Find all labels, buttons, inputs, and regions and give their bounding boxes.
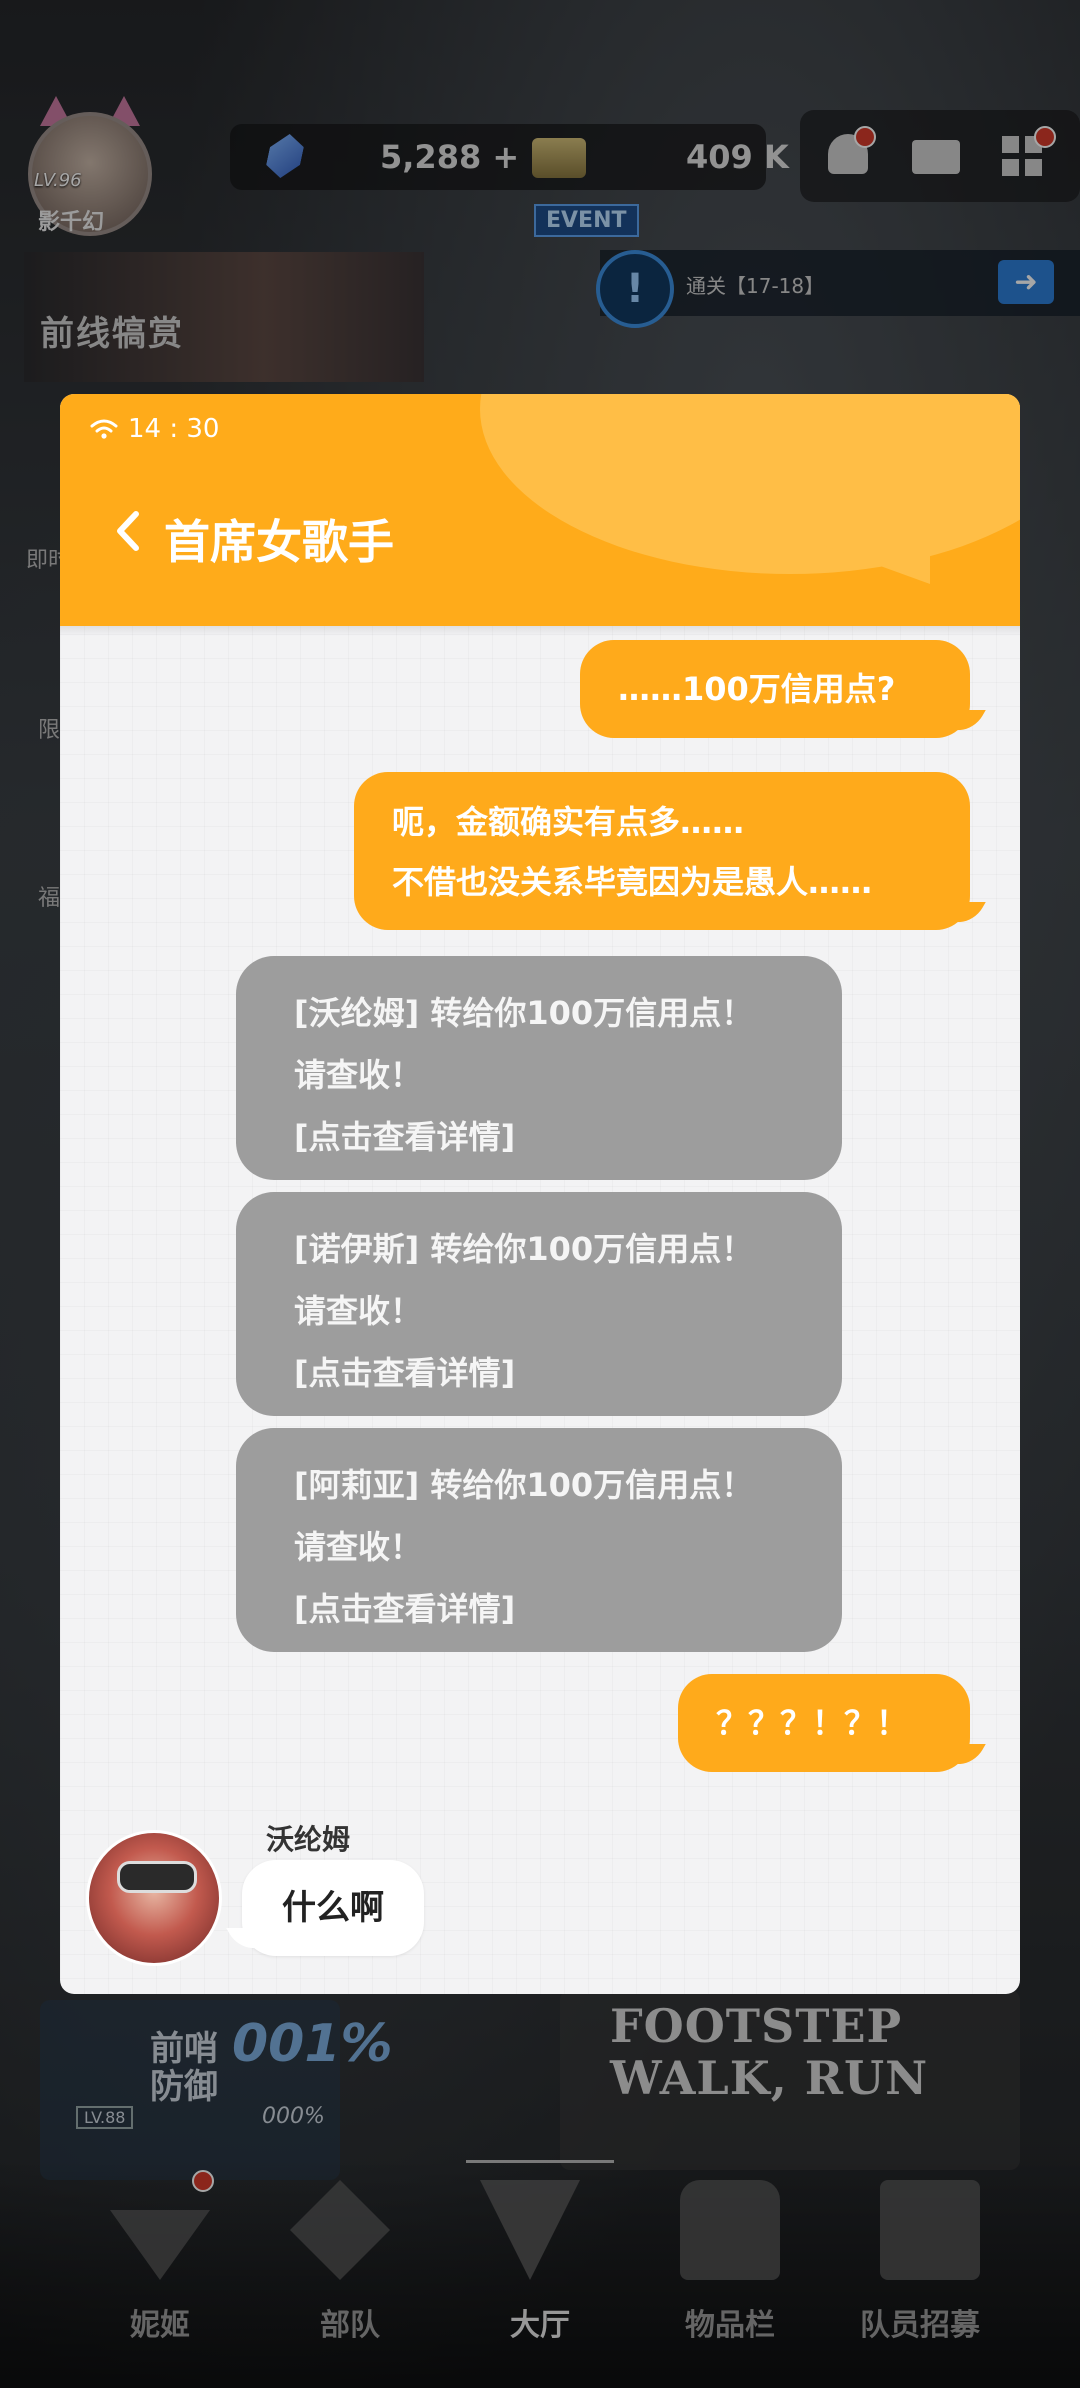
incoming-message: 什么啊 (242, 1860, 424, 1956)
header-decoration (820, 544, 930, 584)
back-button[interactable] (108, 506, 148, 556)
outgoing-message: ……100万信用点? (580, 640, 970, 738)
transfer-line: 请查收！ (294, 1528, 423, 1566)
chat-window: 14 : 30 首席女歌手 ……100万信用点? 呃，金额确实有点多…… 不借也… (60, 394, 1020, 1994)
status-time: 14 : 30 (128, 414, 220, 444)
npc-name: 沃纶姆 (266, 1823, 351, 1856)
view-details-link[interactable]: [点击查看详情] (294, 1578, 842, 1640)
message-line: ？？？！？！ (716, 1704, 909, 1742)
transfer-card[interactable]: [阿莉亚] 转给你100万信用点！ 请查收！ [点击查看详情] (236, 1428, 842, 1652)
message-line: ……100万信用点? (618, 670, 896, 708)
outgoing-message: 呃，金额确实有点多…… 不借也没关系毕竟因为是愚人…… (354, 772, 970, 930)
message-line: 不借也没关系毕竟因为是愚人…… (392, 863, 873, 901)
message-line: 呃，金额确实有点多…… (392, 803, 745, 841)
npc-avatar[interactable] (86, 1830, 222, 1966)
status-bar: 14 : 30 (90, 414, 219, 444)
view-details-link[interactable]: [点击查看详情] (294, 1342, 842, 1404)
goggles-icon (117, 1861, 197, 1893)
transfer-card[interactable]: [诺伊斯] 转给你100万信用点！ 请查收！ [点击查看详情] (236, 1192, 842, 1416)
header-shadow (60, 626, 1020, 636)
transfer-line: [阿莉亚] 转给你100万信用点！ (294, 1466, 754, 1504)
outgoing-message: ？？？！？！ (678, 1674, 970, 1772)
transfer-line: [诺伊斯] 转给你100万信用点！ (294, 1230, 754, 1268)
transfer-line: 请查收！ (294, 1292, 423, 1330)
chat-title: 首席女歌手 (164, 515, 394, 569)
transfer-line: [沃纶姆] 转给你100万信用点！ (294, 994, 754, 1032)
view-details-link[interactable]: [点击查看详情] (294, 1106, 842, 1168)
chat-header: 14 : 30 首席女歌手 (60, 394, 1020, 626)
wifi-icon (90, 419, 118, 439)
transfer-card[interactable]: [沃纶姆] 转给你100万信用点！ 请查收！ [点击查看详情] (236, 956, 842, 1180)
header-decoration (480, 394, 1020, 574)
chevron-left-icon (117, 511, 139, 551)
transfer-line: 请查收！ (294, 1056, 423, 1094)
